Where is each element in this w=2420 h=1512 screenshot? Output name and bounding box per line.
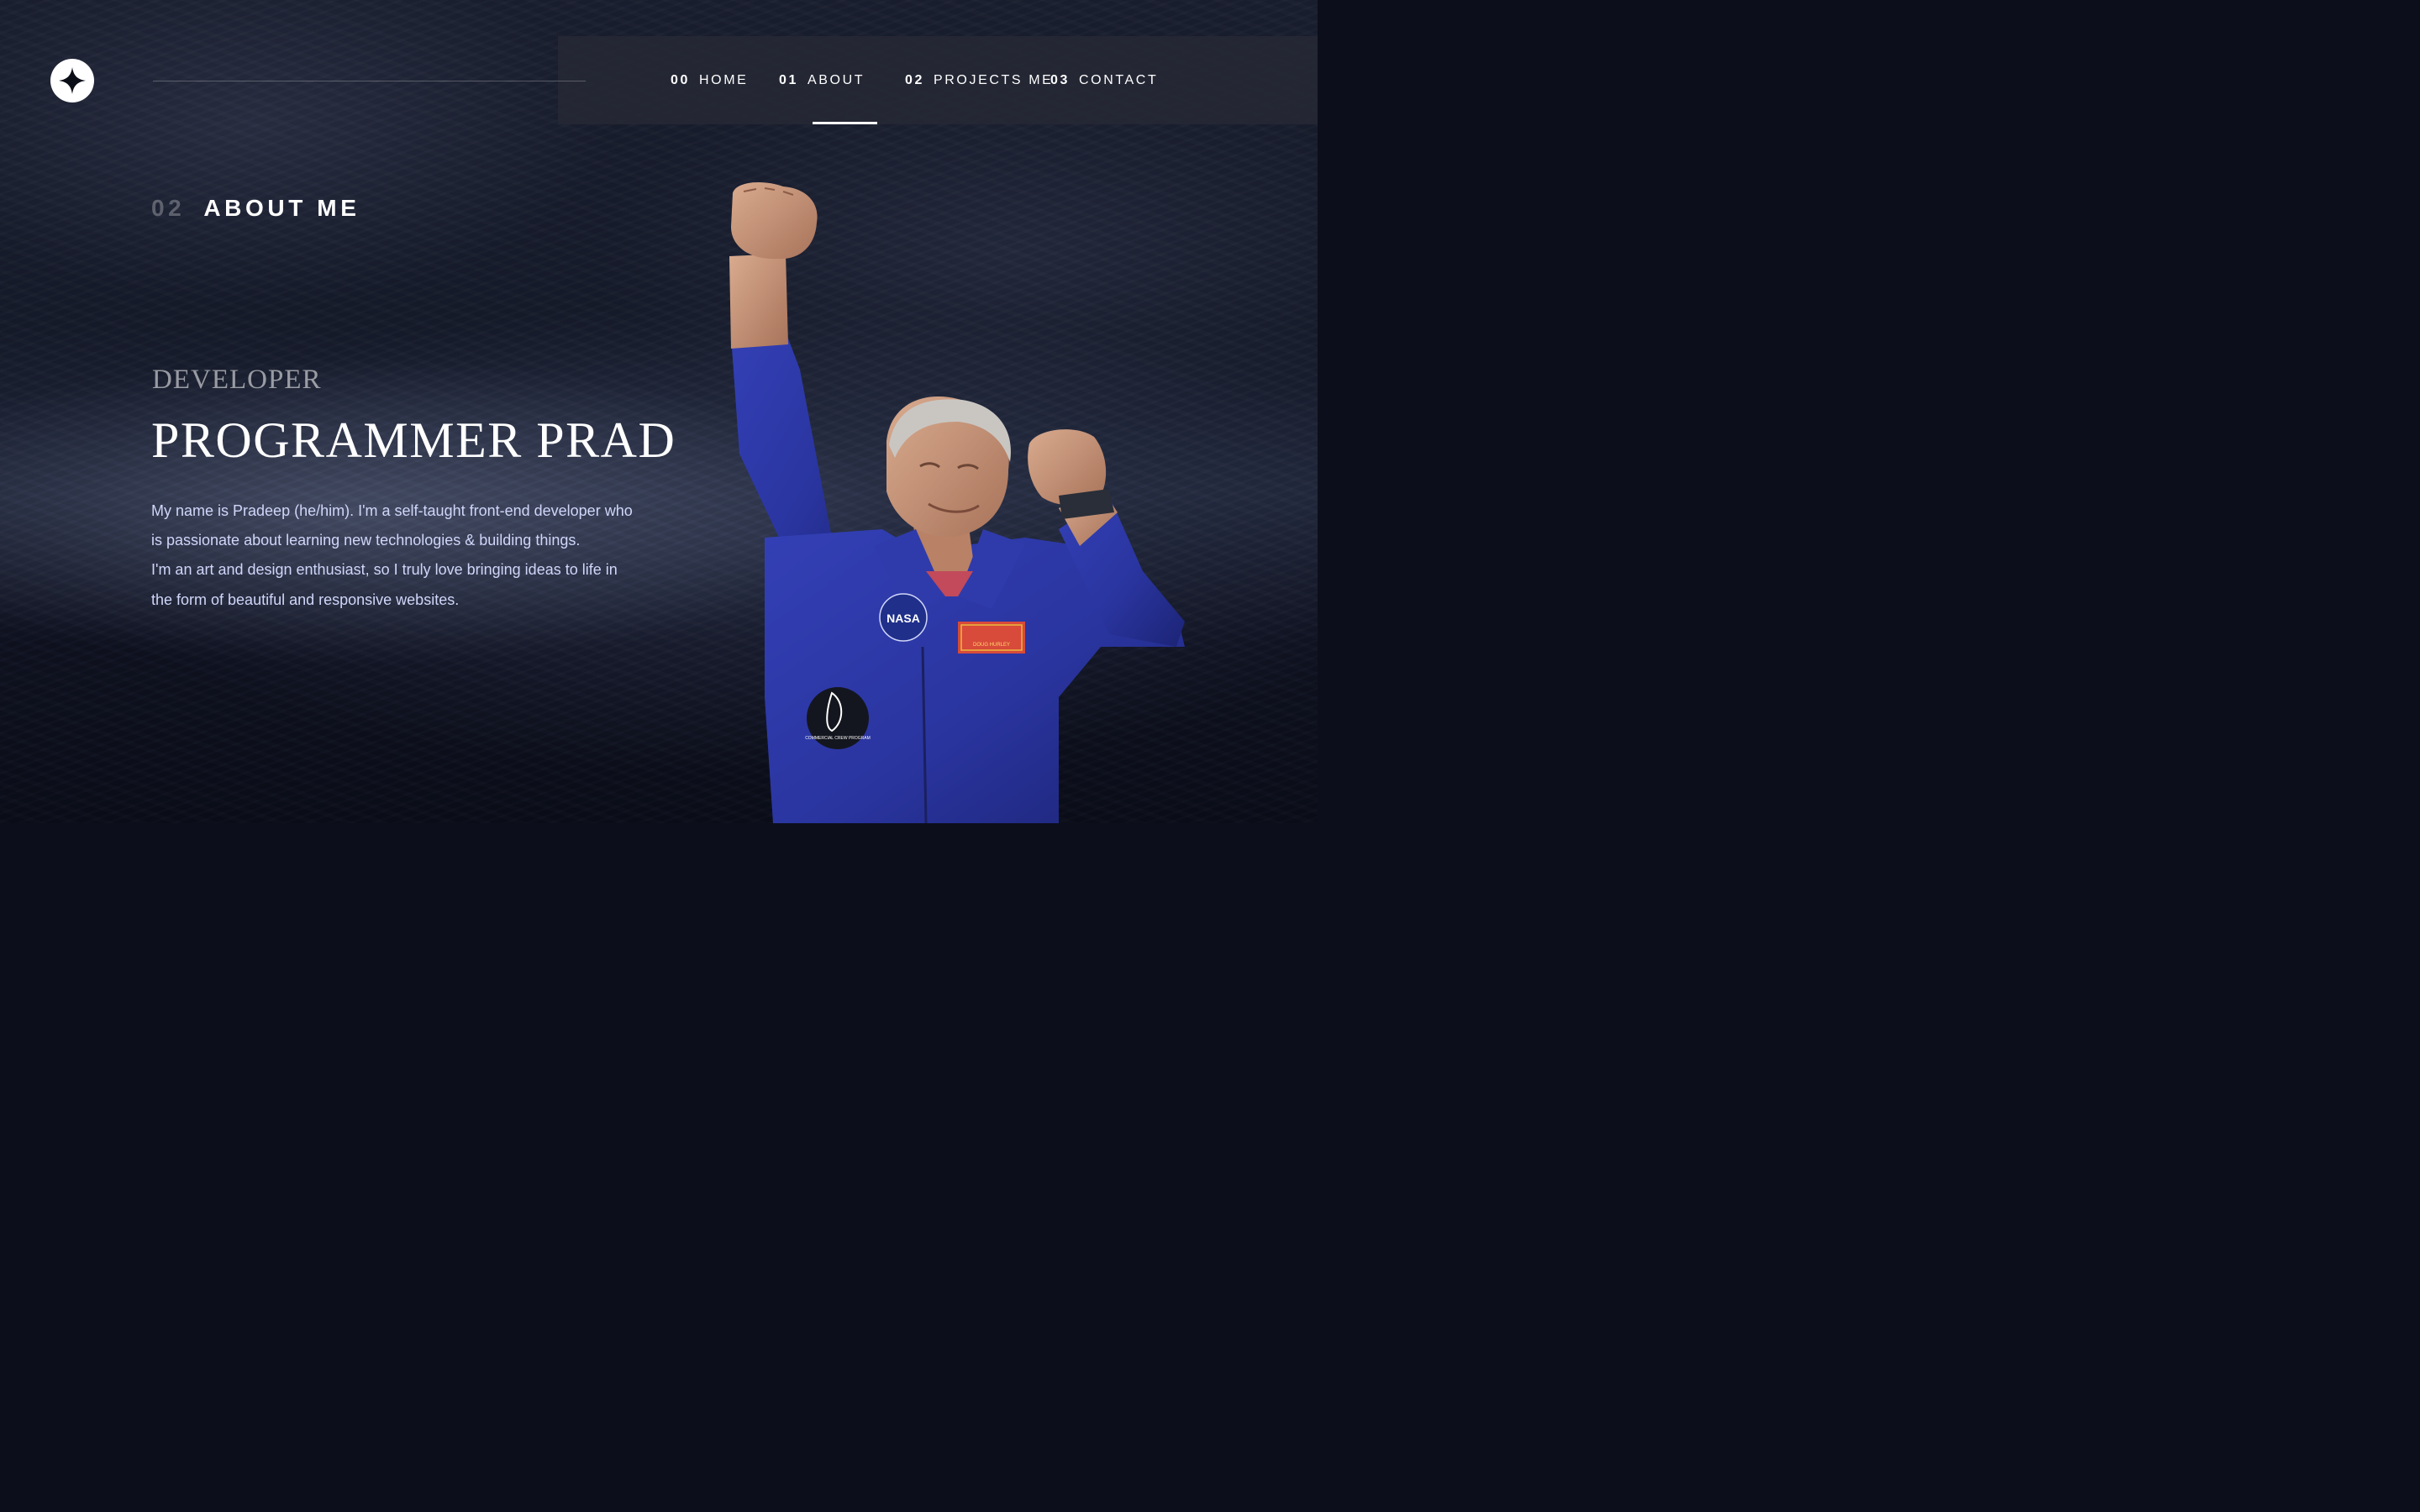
nav-item-label: ABOUT (808, 72, 865, 87)
nav-item-label: CONTACT (1079, 72, 1159, 87)
bio-paragraph-2: I'm an art and design enthusiast, so I t… (151, 561, 618, 608)
nav-item-number: 01 (779, 72, 798, 87)
logo[interactable] (50, 59, 94, 102)
bio-paragraph-1: My name is Pradeep (he/him). I'm a self-… (151, 502, 633, 549)
nav-item-about[interactable]: 01 ABOUT (779, 36, 865, 124)
nasa-patch-text: NASA (886, 612, 920, 625)
name-title: PROGRAMMER PRAD (151, 412, 676, 468)
crew-patch-text: COMMERCIAL CREW PROGRAM (805, 736, 871, 741)
bio-text: My name is Pradeep (he/him). I'm a self-… (151, 496, 639, 615)
nav-item-contact[interactable]: 03 CONTACT (1050, 36, 1158, 124)
section-label: ABOUT ME (203, 195, 360, 221)
role-subtitle: DEVELOPER (152, 365, 322, 395)
nav-item-projects[interactable]: 02 PROJECTS ME (905, 36, 1053, 124)
primary-nav: 00 HOME 01 ABOUT 02 PROJECTS ME 03 CONTA… (558, 36, 1318, 124)
astronaut-image: NASA DOUG HURLEY COMMERCIAL CREW PROGRAM (729, 182, 1185, 823)
nav-item-home[interactable]: 00 HOME (671, 36, 748, 124)
about-page: 00 HOME 01 ABOUT 02 PROJECTS ME 03 CONTA… (0, 0, 1318, 823)
section-heading: 02 ABOUT ME (151, 195, 360, 222)
nav-item-number: 02 (905, 72, 924, 87)
nav-item-number: 00 (671, 72, 690, 87)
nav-item-label: HOME (699, 72, 749, 87)
active-nav-indicator (813, 122, 877, 124)
section-number: 02 (151, 195, 186, 221)
nav-item-number: 03 (1050, 72, 1070, 87)
four-point-star-icon (59, 67, 86, 94)
name-tag-text: DOUG HURLEY (973, 643, 1010, 648)
nav-item-label: PROJECTS ME (934, 72, 1054, 87)
